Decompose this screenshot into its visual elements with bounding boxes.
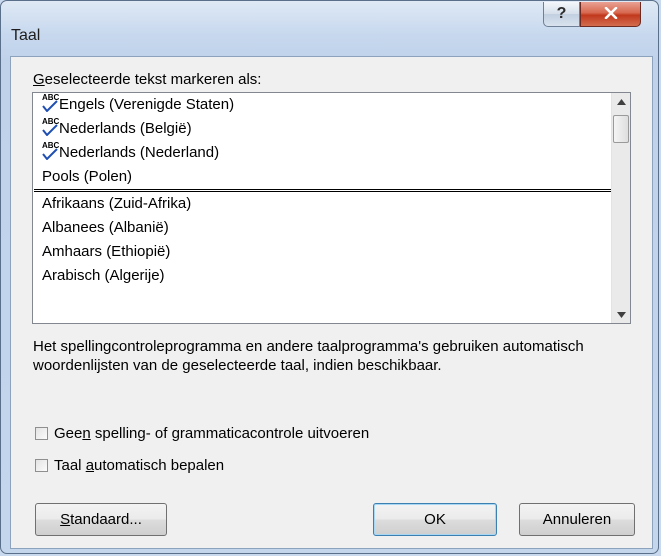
list-item[interactable]: ABC Nederlands (Nederland) (33, 141, 630, 165)
description-text: Het spellingcontroleprogramma en andere … (33, 338, 584, 374)
dialog-title: Taal (11, 27, 41, 44)
scroll-down-button[interactable] (612, 306, 630, 323)
dialog-body: Geselecteerde tekst markeren als: ABC Eng… (10, 56, 653, 549)
list-item-label: Amhaars (Ethiopië) (42, 243, 171, 260)
list-item[interactable]: Albanees (Albanië) (33, 216, 630, 240)
language-listbox[interactable]: ABC Engels (Verenigde Staten) ABC Nederland… (32, 92, 631, 324)
arrow-up-icon (616, 98, 626, 105)
ok-button[interactable]: OK (373, 503, 497, 536)
language-dialog: Taal ? Geselecteerde tekst markeren als:… (0, 0, 659, 554)
no-proofing-option[interactable]: Geen spelling- of grammaticacontrole uit… (35, 425, 369, 442)
list-item-label: Pools (Polen) (42, 168, 133, 185)
close-icon (604, 4, 618, 24)
list-item-label: Nederlands (Nederland) (59, 144, 220, 161)
list-item[interactable]: ABC Engels (Verenigde Staten) (33, 93, 630, 117)
spellcheck-abc-icon: ABC (42, 117, 59, 137)
list-item[interactable]: ABC Nederlands (België) (33, 117, 630, 141)
list-item[interactable]: Amhaars (Ethiopië) (33, 240, 630, 264)
close-button[interactable] (580, 2, 641, 27)
detect-language-option[interactable]: Taal automatisch bepalen (35, 457, 224, 474)
no-proofing-label: Geen spelling- of grammaticacontrole uit… (54, 425, 370, 442)
cancel-button[interactable]: Annuleren (519, 503, 635, 536)
spellcheck-abc-icon: ABC (42, 93, 59, 113)
list-item-label: Albanees (Albanië) (42, 219, 169, 236)
list-item-label: Engels (Verenigde Staten) (59, 96, 235, 113)
list-label: Geselecteerde tekst markeren als: (33, 71, 262, 88)
list-item-label: Nederlands (België) (59, 120, 192, 137)
list-item[interactable]: Pools (Polen) (33, 165, 630, 189)
list-item-label: Arabisch (Algerije) (42, 267, 165, 284)
list-item[interactable]: Arabisch (Algerije) (33, 264, 630, 288)
list-item[interactable]: Afrikaans (Zuid-Afrika) (33, 192, 630, 216)
scroll-up-button[interactable] (612, 93, 630, 110)
help-icon: ? (556, 5, 567, 22)
list-item-label: Afrikaans (Zuid-Afrika) (42, 195, 192, 212)
help-button[interactable]: ? (543, 2, 580, 27)
no-proofing-checkbox[interactable] (35, 427, 48, 440)
detect-language-checkbox[interactable] (35, 459, 48, 472)
detect-language-label: Taal automatisch bepalen (54, 457, 225, 474)
scroll-thumb[interactable] (613, 115, 629, 143)
default-button[interactable]: Standaard... (35, 503, 167, 536)
arrow-down-icon (616, 311, 626, 318)
vertical-scrollbar[interactable] (611, 93, 630, 323)
spellcheck-abc-icon: ABC (42, 141, 59, 161)
